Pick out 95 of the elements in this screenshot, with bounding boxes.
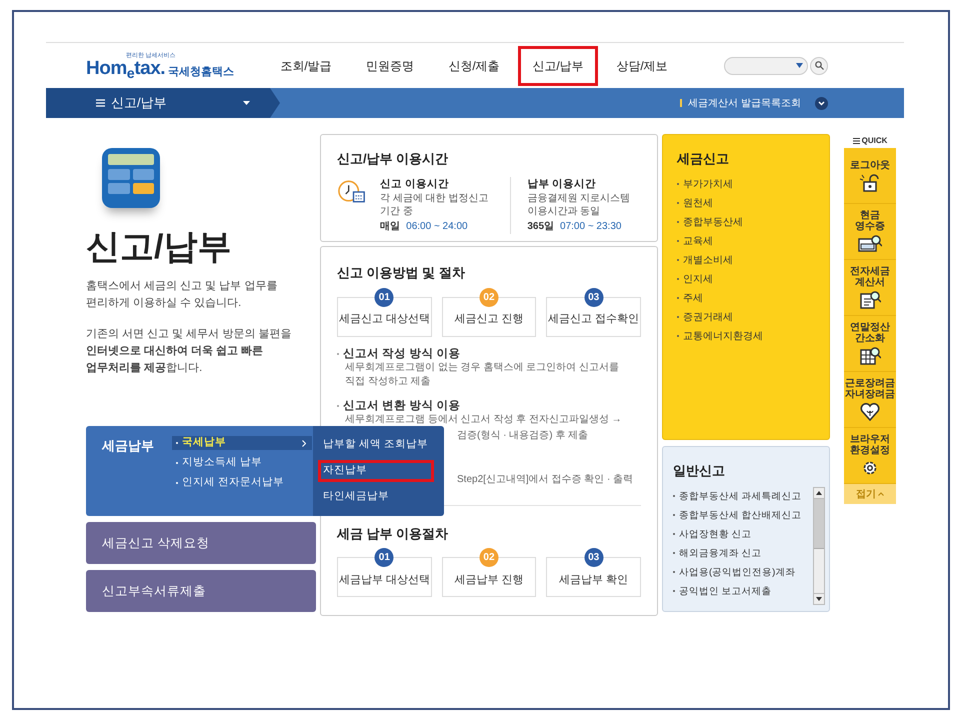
hours-description: 금융결제원 지로시스템 이용시간과 동일 [527, 192, 632, 218]
filing-type-link[interactable]: 사업용(공익법인전용)계좌 [673, 562, 813, 582]
method-title: 신고서 변환 방식 이용 [337, 398, 461, 412]
invoice-list-link[interactable]: 세금계산서 발급목록조회 [688, 96, 801, 110]
tax-type-link[interactable]: 인지세 [677, 270, 829, 288]
quick-menu-title: QUICK [862, 135, 888, 147]
hours-time: 06:00 ~ 24:00 [406, 220, 468, 234]
tax-type-link[interactable]: 종합부동산세 [677, 212, 829, 232]
search-icon [814, 61, 824, 70]
quick-menu-item[interactable]: 로그아웃 [844, 148, 896, 204]
method-title: 신고서 작성 방식 이용 [337, 346, 461, 360]
nav-link[interactable]: 조회/발급 [266, 46, 346, 86]
step-label: 세금납부 진행 [454, 572, 524, 588]
card-title: 신고/납부 이용시간 [337, 150, 450, 168]
payment-menu-item[interactable]: 국세납부 [172, 436, 312, 450]
step-number-badge: 01 [374, 288, 394, 306]
tax-type-link[interactable]: 교통에너지환경세 [677, 326, 829, 346]
side-menu-button[interactable]: 세금신고 삭제요청 [86, 522, 316, 564]
panel-title: 세금납부 [102, 437, 155, 455]
nav-link[interactable]: 신고/납부 [518, 46, 598, 86]
bullet-mark-icon [680, 99, 682, 107]
filing-type-link[interactable]: 해외금융계좌 신고 [673, 544, 813, 562]
card-title: 신고 이용방법 및 절차 [337, 264, 466, 282]
method-description: 검증(형식 · 내용검증) 후 제출 [457, 428, 588, 442]
submenu-item[interactable]: 타인세금납부 [318, 486, 434, 508]
search-button[interactable] [810, 56, 828, 74]
logo-wordmark: Hom$_{e}$tax. [86, 59, 166, 78]
card-title: 세금신고 [677, 150, 730, 168]
menu-icon [96, 99, 105, 107]
heart-icon [860, 403, 880, 421]
table-search-icon [859, 347, 881, 365]
step-label: 세금신고 진행 [454, 312, 524, 328]
step-label: 세금납부 대상선택 [338, 572, 430, 588]
logo-subtitle: 국세청홈택스 [168, 67, 234, 78]
nav-link[interactable]: 상담/제보 [602, 46, 682, 86]
bill-search-icon [858, 235, 882, 253]
search-field[interactable] [724, 56, 808, 74]
hours-heading: 신고 이용시간 [380, 176, 450, 192]
payment-menu-item[interactable]: 지방소득세 납부 [172, 456, 312, 470]
step-number-badge: 02 [479, 288, 498, 306]
document-search-icon [859, 291, 881, 309]
intro-paragraph: 홈택스에서 세금의 신고 및 납부 업무를 편리하게 이용하실 수 있습니다. [86, 279, 278, 311]
hours-day: 매일 [380, 219, 400, 234]
card-title: 일반신고 [673, 462, 726, 480]
filing-type-link[interactable]: 공익법인 보고서제출 [673, 582, 813, 600]
filing-type-link[interactable]: 사업장현황 신고 [673, 524, 813, 544]
calculator-icon [102, 148, 160, 208]
nav-link[interactable]: 신청/제출 [434, 46, 514, 86]
page-title: 신고/납부 [86, 230, 232, 264]
chevron-down-icon[interactable] [815, 96, 828, 110]
quick-menu-item[interactable]: 현금 영수증 [844, 204, 896, 260]
hours-heading: 납부 이용시간 [527, 176, 598, 192]
step-number-badge: 02 [479, 548, 498, 567]
tax-type-link[interactable]: 개별소비세 [677, 250, 829, 270]
tax-type-link[interactable]: 증권거래세 [677, 308, 829, 326]
hours-day: 365일 [527, 219, 554, 234]
filing-type-link[interactable]: 종합부동산세 과세특례신고 [673, 486, 813, 506]
caret-icon [243, 101, 250, 105]
tax-type-link[interactable]: 원천세 [677, 194, 829, 212]
tax-type-link[interactable]: 부가가치세 [677, 174, 829, 194]
method-description: 세무회계프로그램이 없는 경우 홈택스에 로그인하여 신고서를 직접 작성하고 제출 [345, 360, 620, 388]
filing-type-link[interactable]: 종합부동산세 합산배제신고 [673, 506, 813, 524]
method-description: Step2[신고내역]에서 접수증 확인 · 출력 [457, 472, 634, 486]
step-number-badge: 03 [584, 288, 604, 306]
caret-up-icon [878, 492, 884, 496]
section-title: 신고/납부 [111, 94, 167, 112]
clock-calendar-icon [337, 178, 366, 204]
nav-link[interactable]: 민원증명 [350, 46, 430, 86]
tax-type-link[interactable]: 교육세 [677, 232, 829, 250]
step-label: 세금신고 대상선택 [338, 312, 430, 328]
submenu-item[interactable]: 자진납부 [318, 460, 434, 482]
scroll-down-icon[interactable] [816, 596, 822, 600]
chevron-right-icon [302, 440, 306, 446]
settings-icon [861, 459, 879, 477]
hours-time: 07:00 ~ 23:30 [560, 220, 622, 234]
quick-menu-item[interactable]: 근로장려금 자녀장려금 [844, 372, 896, 428]
payment-menu-item[interactable]: 인지세 전자문서납부 [172, 476, 312, 490]
step-number-badge: 03 [584, 548, 604, 567]
card-title: 세금 납부 이용절차 [337, 524, 450, 542]
quick-menu-item[interactable]: 전자세금 계산서 [844, 260, 896, 316]
quick-menu-item[interactable]: 연말정산 간소화 [844, 316, 896, 372]
menu-icon [852, 138, 860, 144]
step-label: 세금납부 확인 [559, 572, 628, 588]
hours-description: 각 세금에 대한 법정신고 기간 중 [380, 192, 490, 218]
step-label: 세금신고 접수확인 [548, 312, 640, 328]
padlock-icon [859, 174, 881, 192]
step-number-badge: 01 [374, 548, 394, 567]
submenu-item[interactable]: 납부할 세액 조회납부 [318, 434, 434, 456]
side-menu-button[interactable]: 신고부속서류제출 [86, 570, 316, 612]
intro-paragraph: 기존의 서면 신고 및 세무서 방문의 불편을 인터넷으로 대신하여 더욱 쉽고 빠른 업무처리를 제공합니다. [86, 327, 292, 376]
caret-icon [796, 63, 803, 68]
scrollbar[interactable] [813, 486, 825, 604]
method-description: 세무회계프로그램 등에서 신고서 작성 후 전자신고파일생성 → [345, 412, 623, 426]
tax-type-link[interactable]: 주세 [677, 288, 829, 308]
scroll-up-icon[interactable] [816, 490, 822, 494]
